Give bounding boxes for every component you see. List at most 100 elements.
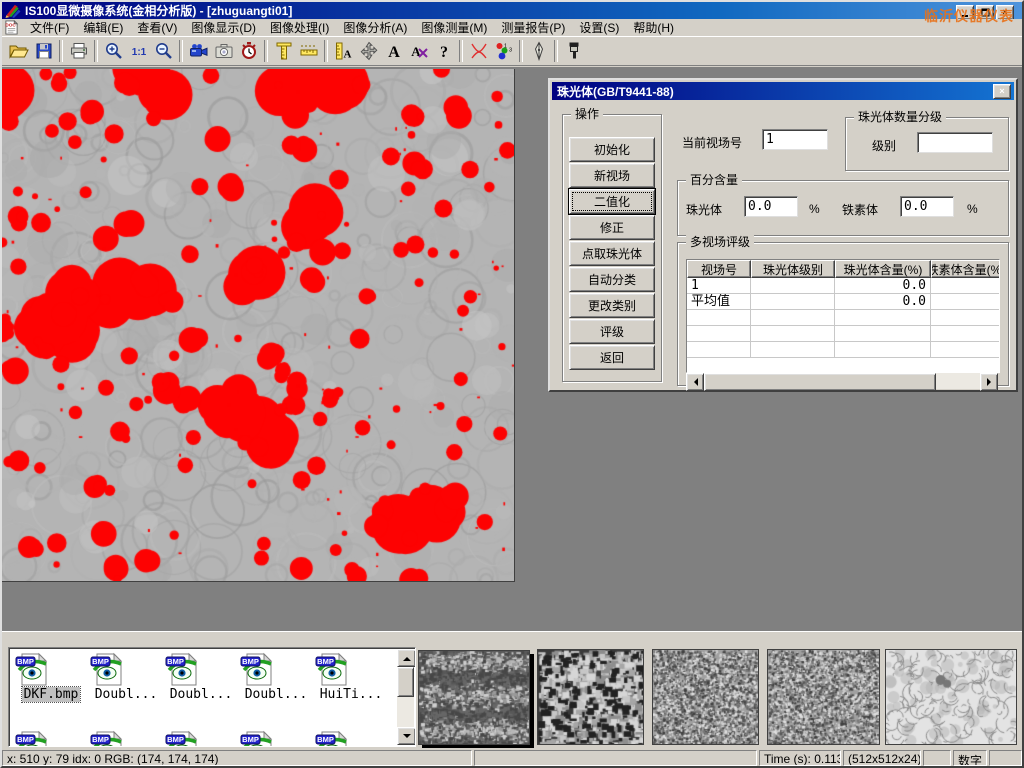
file-item[interactable]: BMP Doubl... bbox=[240, 651, 312, 702]
initialize-button[interactable]: 初始化 bbox=[569, 137, 655, 162]
file-item[interactable]: BMP Doubl... bbox=[90, 651, 162, 702]
scroll-down-button[interactable] bbox=[397, 727, 416, 745]
zoom-out-button[interactable] bbox=[151, 39, 176, 64]
scroll-up-button[interactable] bbox=[397, 649, 416, 667]
pearlite-dialog[interactable]: 珠光体(GB/T9441-88) × 操作 初始化 新视场 二值化 修正 点取珠… bbox=[548, 78, 1018, 392]
file-item[interactable]: BMP bbox=[15, 729, 87, 747]
menu-measure-report[interactable]: 测量报告(P) bbox=[494, 18, 572, 37]
print-button[interactable] bbox=[66, 39, 91, 64]
menu-image-display[interactable]: 图像显示(D) bbox=[184, 18, 263, 37]
scroll-left-button[interactable] bbox=[686, 373, 704, 391]
thumbnail-4[interactable] bbox=[767, 649, 880, 745]
svg-text:BMP: BMP bbox=[17, 735, 34, 744]
svg-text:A: A bbox=[343, 49, 351, 61]
menu-image-measure[interactable]: 图像测量(M) bbox=[414, 18, 494, 37]
file-name[interactable]: HuiTi... bbox=[318, 687, 385, 702]
file-name[interactable]: Doubl... bbox=[243, 687, 310, 702]
col-pearlite-level: 珠光体级别 bbox=[751, 260, 835, 278]
new-field-button[interactable]: 新视场 bbox=[569, 163, 655, 188]
menu-file[interactable]: 文件(F) bbox=[23, 18, 76, 37]
file-name[interactable]: Doubl... bbox=[168, 687, 235, 702]
file-browser-scrollbar[interactable] bbox=[397, 649, 414, 745]
video-capture-button[interactable] bbox=[186, 39, 211, 64]
zoom-in-button[interactable] bbox=[101, 39, 126, 64]
menu-help[interactable]: 帮助(H) bbox=[626, 18, 681, 37]
camera-button[interactable] bbox=[211, 39, 236, 64]
workspace: 珠光体(GB/T9441-88) × 操作 初始化 新视场 二值化 修正 点取珠… bbox=[2, 67, 1022, 631]
menu-image-analysis[interactable]: 图像分析(A) bbox=[336, 18, 414, 37]
bmp-file-icon: BMP bbox=[315, 729, 349, 747]
title-bar[interactable]: IS100显微摄像系统(金相分析版) - [zhuguangti01] × bbox=[2, 2, 1022, 19]
current-field-input[interactable]: 1 bbox=[762, 129, 828, 150]
thumbnail-5[interactable] bbox=[885, 649, 1017, 745]
thumbnail-2[interactable] bbox=[537, 649, 644, 745]
file-item[interactable]: BMP bbox=[90, 729, 162, 747]
scroll-right-button[interactable] bbox=[980, 373, 998, 391]
table-row[interactable]: 1 0.0 bbox=[687, 278, 999, 294]
ferrite-percent-input[interactable]: 0.0 bbox=[900, 196, 954, 217]
file-item[interactable]: BMP bbox=[165, 729, 237, 747]
rating-table[interactable]: 视场号 珠光体级别 珠光体含量(%) 铁素体含量(%) 1 0.0 平均值 0.… bbox=[686, 259, 1000, 373]
grading-group-label: 珠光体数量分级 bbox=[854, 110, 946, 124]
table-row-average[interactable]: 平均值 0.0 bbox=[687, 294, 999, 310]
file-item[interactable]: BMP bbox=[315, 729, 387, 747]
status-blank-panel bbox=[989, 750, 1022, 766]
actual-size-button[interactable]: 1:1 bbox=[126, 39, 151, 64]
table-horizontal-scrollbar[interactable] bbox=[686, 373, 998, 389]
status-blank-panel bbox=[923, 750, 951, 766]
brush-button[interactable] bbox=[561, 39, 586, 64]
thumbnail-1[interactable] bbox=[418, 650, 530, 745]
svg-text:BMP: BMP bbox=[242, 657, 259, 666]
status-blank-panel bbox=[474, 750, 757, 766]
binarize-button[interactable]: 二值化 bbox=[569, 189, 655, 214]
svg-text:BMP: BMP bbox=[92, 735, 109, 744]
document-icon[interactable]: DOC bbox=[4, 20, 19, 35]
svg-text:3: 3 bbox=[509, 48, 512, 54]
file-browser[interactable]: BMP DKF.bmp BMP Doubl... BMP Doubl... bbox=[8, 647, 416, 747]
svg-text:BMP: BMP bbox=[242, 735, 259, 744]
scrollbar-thumb[interactable] bbox=[397, 667, 414, 697]
pick-pearlite-button[interactable]: 点取珠光体 bbox=[569, 241, 655, 266]
correct-button[interactable]: 修正 bbox=[569, 215, 655, 240]
metallographic-image[interactable] bbox=[2, 69, 515, 582]
timer-button[interactable] bbox=[236, 39, 261, 64]
pen-button[interactable] bbox=[526, 39, 551, 64]
menu-view[interactable]: 查看(V) bbox=[130, 18, 184, 37]
svg-text:DOC: DOC bbox=[5, 23, 16, 28]
thumbnail-3[interactable] bbox=[652, 649, 759, 745]
svg-text:A: A bbox=[388, 44, 400, 61]
count-points-button[interactable]: 13 bbox=[491, 39, 516, 64]
file-item[interactable]: BMP DKF.bmp bbox=[15, 651, 87, 702]
svg-text:BMP: BMP bbox=[167, 657, 184, 666]
vertical-ruler-button[interactable] bbox=[271, 39, 296, 64]
menu-edit[interactable]: 编辑(E) bbox=[76, 18, 130, 37]
menu-settings[interactable]: 设置(S) bbox=[572, 18, 626, 37]
file-name[interactable]: DKF.bmp bbox=[22, 687, 81, 702]
menu-image-processing[interactable]: 图像处理(I) bbox=[263, 18, 336, 37]
curve-tool-button[interactable] bbox=[466, 39, 491, 64]
calibration-ruler-button[interactable]: A bbox=[331, 39, 356, 64]
file-item[interactable]: BMP bbox=[240, 729, 312, 747]
level-input[interactable] bbox=[917, 132, 993, 153]
svg-text:?: ? bbox=[440, 44, 448, 61]
delete-text-button[interactable]: A bbox=[406, 39, 431, 64]
auto-classify-button[interactable]: 自动分类 bbox=[569, 267, 655, 292]
dialog-close-button[interactable]: × bbox=[993, 84, 1011, 99]
add-text-button[interactable]: A bbox=[381, 39, 406, 64]
bmp-icon-slot: BMP bbox=[90, 651, 162, 687]
change-class-button[interactable]: 更改类别 bbox=[569, 293, 655, 318]
file-item[interactable]: BMP HuiTi... bbox=[315, 651, 387, 702]
file-item[interactable]: BMP Doubl... bbox=[165, 651, 237, 702]
horizontal-ruler-button[interactable] bbox=[296, 39, 321, 64]
file-name[interactable]: Doubl... bbox=[93, 687, 160, 702]
dialog-title-bar[interactable]: 珠光体(GB/T9441-88) × bbox=[552, 82, 1014, 100]
save-button[interactable] bbox=[31, 39, 56, 64]
open-button[interactable] bbox=[6, 39, 31, 64]
pearlite-percent-input[interactable]: 0.0 bbox=[744, 196, 798, 217]
scrollbar-thumb[interactable] bbox=[704, 373, 936, 391]
help-button[interactable]: ? bbox=[431, 39, 456, 64]
grade-button[interactable]: 评级 bbox=[569, 319, 655, 344]
return-button[interactable]: 返回 bbox=[569, 345, 655, 370]
move-button[interactable] bbox=[356, 39, 381, 64]
svg-text:BMP: BMP bbox=[17, 657, 34, 666]
